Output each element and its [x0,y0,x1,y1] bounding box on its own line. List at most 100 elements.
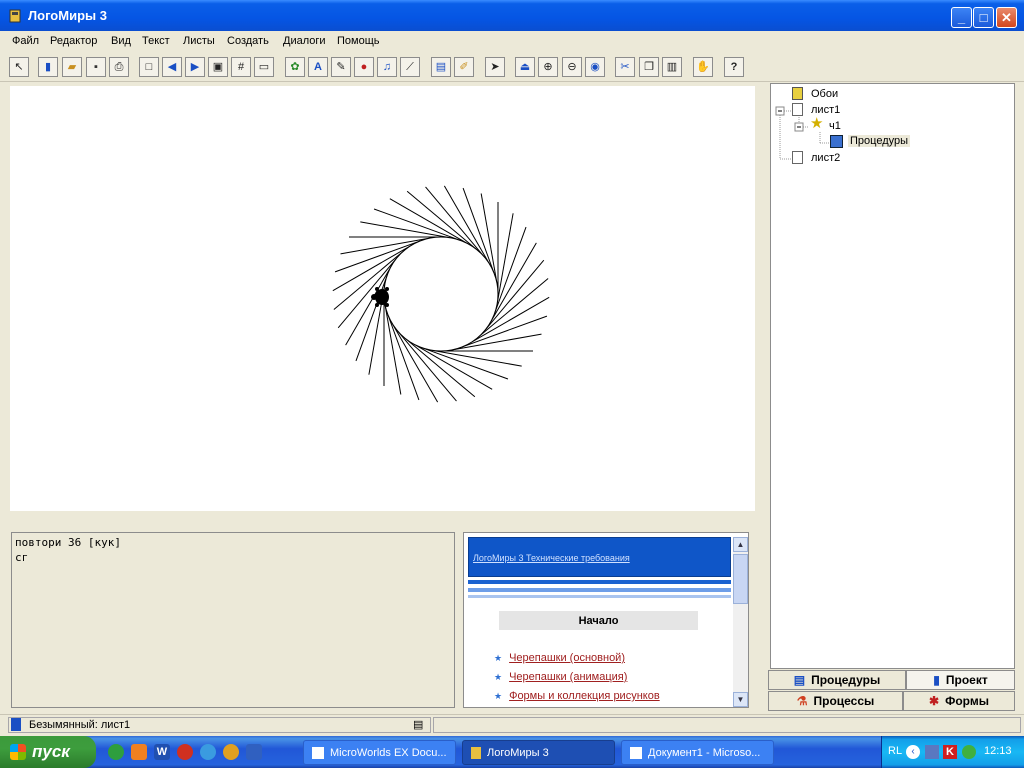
note-icon[interactable]: ▤ [413,718,423,731]
menu-help[interactable]: Помощь [337,35,380,47]
taskbar-task[interactable]: MicroWorlds EX Docu... [303,740,456,765]
command-center[interactable]: повтори 36 [кук] сг [11,532,455,708]
app-icon [9,9,21,23]
menu-view[interactable]: Вид [111,35,131,47]
slider-tool-icon[interactable]: ⟋ [400,57,420,77]
help-banner: ЛогоМиры 3 Технические требования [468,537,731,577]
ray-line [431,349,522,367]
turtle-icon[interactable]: ✿ [285,57,305,77]
quicklaunch-browser-icon[interactable] [177,744,193,760]
scissors-icon[interactable]: ✂ [615,57,635,77]
menu-bar: Файл Редактор Вид Текст Листы Создать Ди… [0,31,1024,52]
new-page-icon[interactable]: □ [139,57,159,77]
menu-file[interactable]: Файл [12,35,39,47]
tab-processes[interactable]: ⚗ Процессы [768,691,903,711]
tree-item-page2[interactable]: лист2 [811,152,840,164]
pane-splitter[interactable] [10,511,755,521]
project-icon: ▮ [933,673,940,687]
maximize-button[interactable]: □ [973,7,994,28]
menu-create[interactable]: Создать [227,35,269,47]
music-icon[interactable]: ♫ [377,57,397,77]
help-link-item: ★ Черепашки (основной) [494,652,625,664]
prev-page-icon[interactable]: ◀ [162,57,182,77]
help-question-icon[interactable]: ? [724,57,744,77]
scroll-up-icon[interactable]: ▲ [733,537,748,552]
turtle-sprite[interactable] [371,287,389,307]
toolbar: ↖ ▮ ▰ ▪ ⎙ □ ◀ ▶ ▣ # ▭ ✿ A ✎ ● ♫ ⟋ ▤ ✐ ➤ … [0,53,1024,82]
quicklaunch-word-icon[interactable]: W [154,744,170,760]
project-icon [11,718,21,731]
word-doc-icon [630,746,642,759]
title-bar[interactable]: ЛогоМиры 3 _ □ ✕ [0,0,1024,31]
status-field-secondary [433,717,1021,733]
project-icon[interactable]: ▮ [38,57,58,77]
fullscreen-icon[interactable]: ▭ [254,57,274,77]
drawing-canvas[interactable] [10,86,755,511]
help-link[interactable]: Черепашки (анимация) [509,671,627,683]
text-box-icon[interactable]: A [308,57,328,77]
scroll-down-icon[interactable]: ▼ [733,692,748,707]
zoom-out-icon[interactable]: ⊖ [562,57,582,77]
tab-shapes[interactable]: ✱ Формы [903,691,1015,711]
print-icon[interactable]: ⎙ [109,57,129,77]
minimize-button[interactable]: _ [951,7,972,28]
tab-procedures[interactable]: ▤ Процедуры [768,670,906,690]
flask-icon: ⚗ [796,694,808,708]
page-icon [792,151,803,164]
eye-icon[interactable]: ◉ [585,57,605,77]
status-field: Безымянный: лист1 ▤ [8,717,431,733]
help-pane: ЛогоМиры 3 Технические требования Начало… [463,532,749,708]
help-start-heading: Начало [499,611,698,630]
quicklaunch-desktop-icon[interactable] [246,744,262,760]
pencil-icon[interactable]: ✐ [454,57,474,77]
grid-icon[interactable]: # [231,57,251,77]
tree-item-procedures[interactable]: Процедуры [848,135,911,147]
windows-logo-icon [10,744,26,760]
stamp-icon[interactable]: ⏏ [515,57,535,77]
taskbar-task[interactable]: Документ1 - Microso... [621,740,774,765]
taskbar-task-active[interactable]: ЛогоМиры 3 [462,740,615,765]
stop-icon[interactable]: ✋ [693,57,713,77]
help-banner-title[interactable]: ЛогоМиры 3 Технические требования [473,553,630,563]
quicklaunch-globe-icon[interactable] [108,744,124,760]
quicklaunch-rss-icon[interactable] [131,744,147,760]
help-stripe [468,588,731,592]
menu-text[interactable]: Текст [142,35,170,47]
tray-expand-icon[interactable]: ‹ [906,745,920,759]
select-arrow-icon[interactable]: ➤ [485,57,505,77]
close-button[interactable]: ✕ [996,7,1017,28]
status-text: Безымянный: лист1 [29,719,131,731]
next-page-icon[interactable]: ▶ [185,57,205,77]
help-link[interactable]: Формы и коллекция рисунков [509,690,660,702]
tray-app-icon[interactable] [962,745,976,759]
antivirus-icon[interactable]: K [943,745,957,759]
star-bullet-icon: ★ [494,672,503,682]
menu-dialogs[interactable]: Диалоги [283,35,326,47]
pointer-mode-icon[interactable]: ↖ [9,57,29,77]
tree-item-turtle[interactable]: ч1 [829,120,841,132]
split-view-icon[interactable]: ▣ [208,57,228,77]
menu-edit[interactable]: Редактор [50,35,97,47]
help-stripe [468,580,731,584]
quicklaunch-media-icon[interactable] [223,744,239,760]
menu-pages[interactable]: Листы [183,35,215,47]
button-tool-icon[interactable]: ● [354,57,374,77]
paint-icon[interactable]: ✎ [331,57,351,77]
language-indicator[interactable]: RL [888,745,902,757]
clipboard-icon[interactable]: ▤ [431,57,451,77]
zoom-in-icon[interactable]: ⊕ [538,57,558,77]
project-tree: Обои лист1 ★ ч1 Процедуры лист2 [770,83,1015,669]
paste-icon[interactable]: ▥ [662,57,682,77]
tree-item-wallpaper[interactable]: Обои [811,88,838,100]
scroll-thumb[interactable] [733,554,748,604]
start-button[interactable]: пуск [0,736,96,768]
copy-icon[interactable]: ❐ [639,57,659,77]
help-link[interactable]: Черепашки (основной) [509,652,625,664]
tab-project[interactable]: ▮ Проект [906,670,1015,690]
quicklaunch-ie-icon[interactable] [200,744,216,760]
save-icon[interactable]: ▪ [86,57,106,77]
help-scrollbar[interactable]: ▲ ▼ [733,537,748,707]
network-icon[interactable] [925,745,939,759]
open-folder-icon[interactable]: ▰ [62,57,82,77]
help-link-item: ★ Формы и коллекция рисунков [494,690,660,702]
